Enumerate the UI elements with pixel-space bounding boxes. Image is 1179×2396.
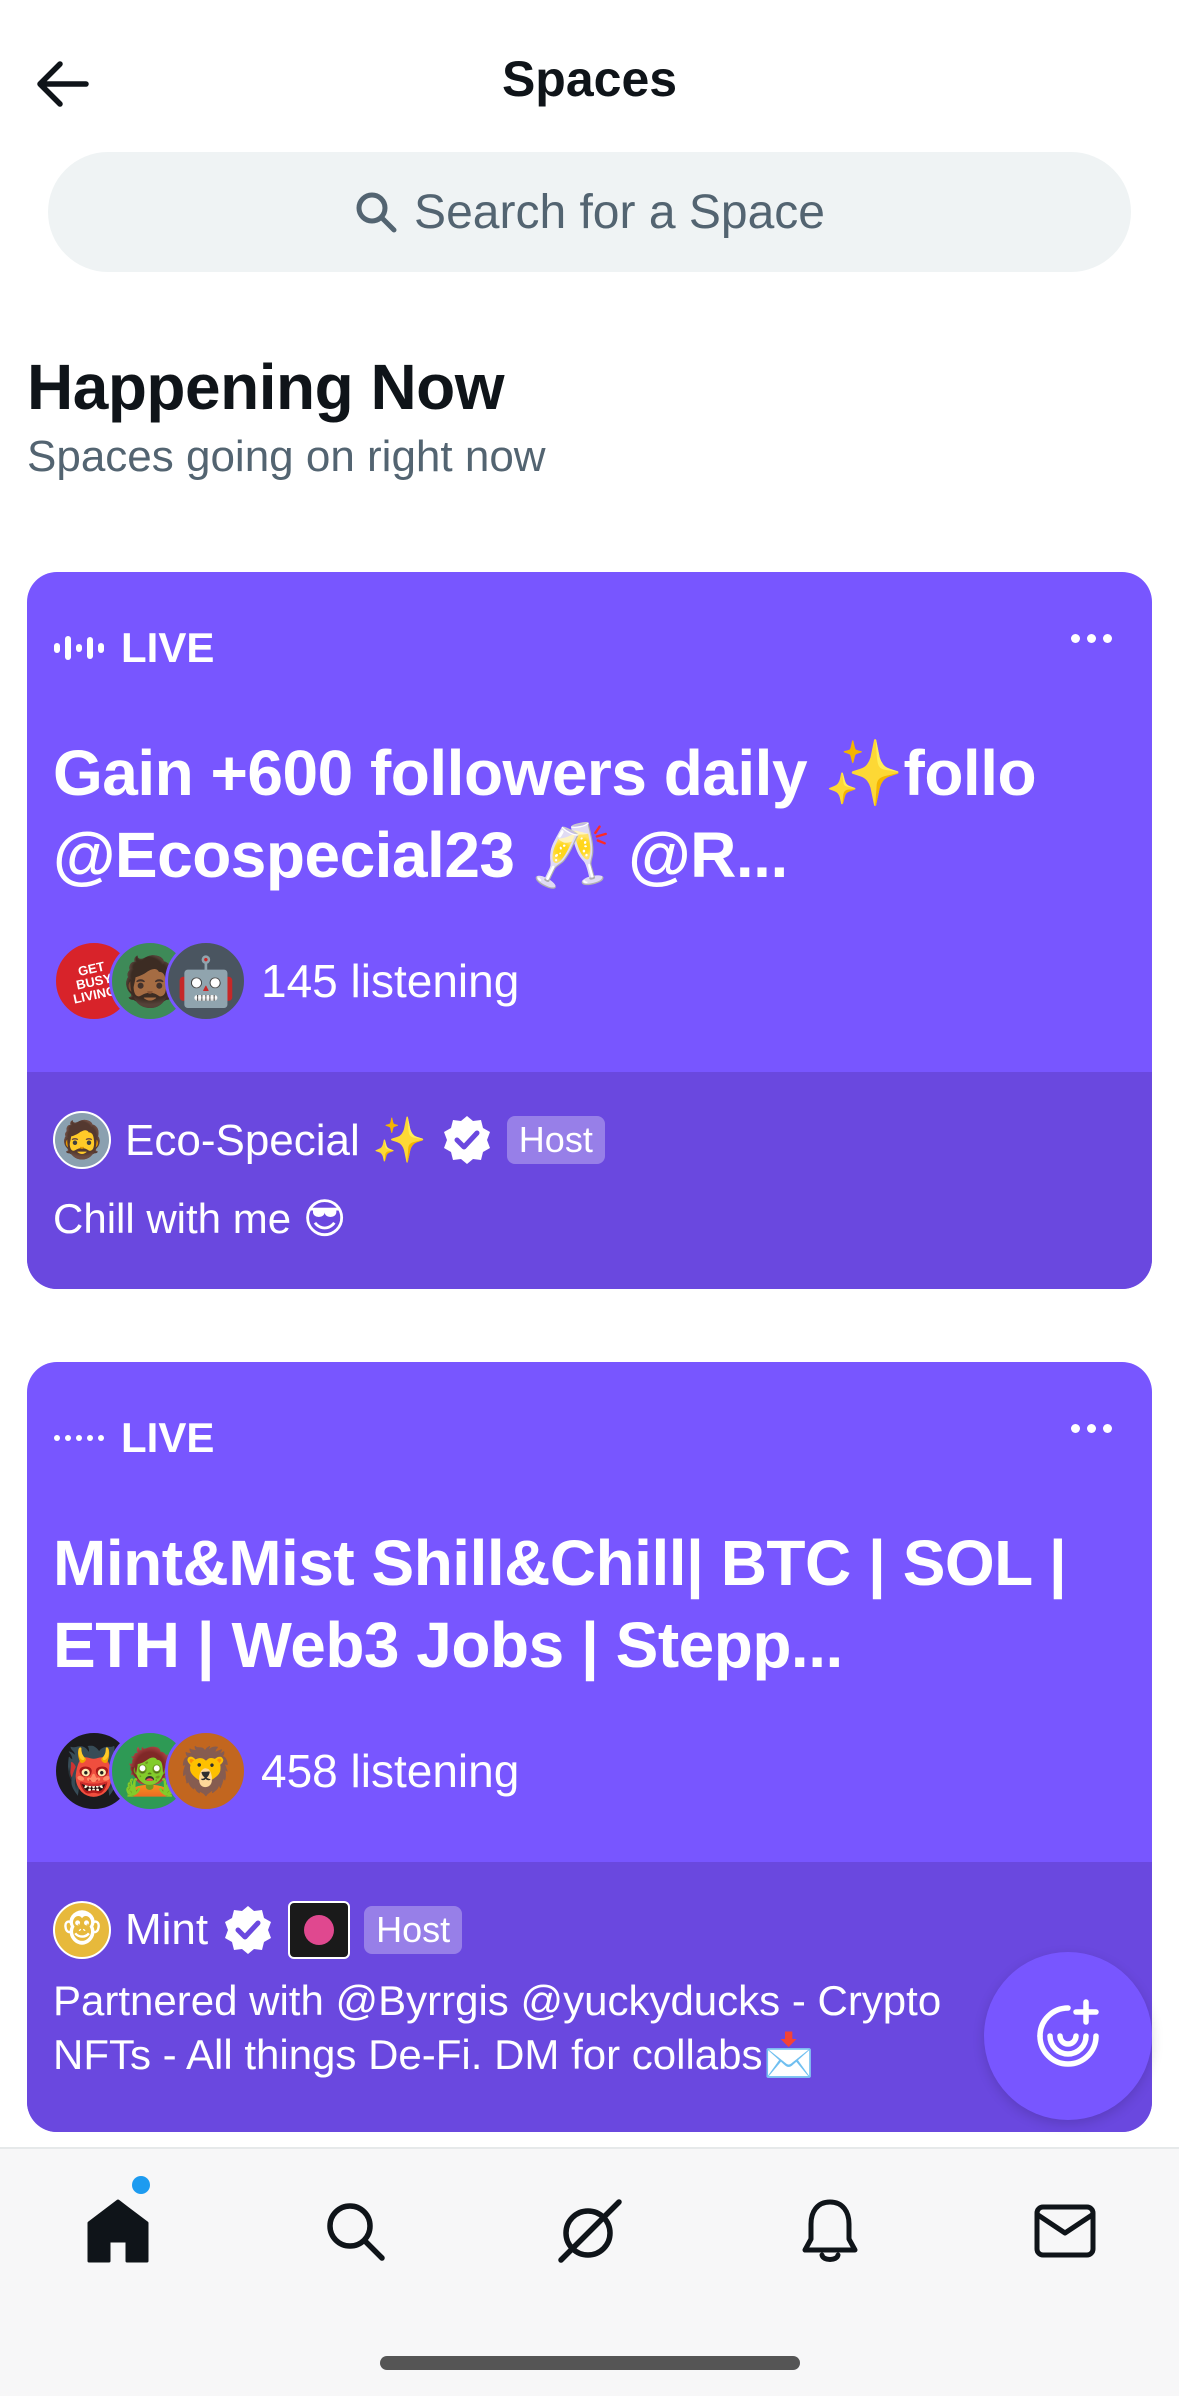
host-section: 🧔 Eco-Special ✨ Host Chill with me 😎 <box>27 1072 1152 1289</box>
more-options-button[interactable] <box>1071 1424 1112 1433</box>
tab-notifications[interactable] <box>780 2181 880 2281</box>
live-indicator: LIVE <box>53 624 214 672</box>
avatar: 🐵 <box>53 1901 111 1959</box>
tab-home[interactable] <box>68 2181 168 2281</box>
listeners-row: GET BUSY LIVING! 🧔🏾 🤖 145 listening <box>53 940 519 1022</box>
listener-count: 145 listening <box>261 955 520 1007</box>
create-space-button[interactable] <box>984 1952 1152 2120</box>
host-role-badge: Host <box>506 1116 605 1164</box>
audio-wave-icon <box>54 1435 104 1441</box>
audio-wave-icon <box>54 636 104 660</box>
section-title: Happening Now <box>27 351 505 423</box>
host-section: 🐵 Mint Host Partnered with @Byrrgis @yuc… <box>27 1862 1152 2132</box>
live-indicator: LIVE <box>53 1414 214 1462</box>
messages-icon <box>1034 2204 1096 2258</box>
space-description: Chill with me 😎 <box>53 1195 347 1242</box>
listener-count: 458 listening <box>261 1745 520 1797</box>
home-icon <box>87 2199 149 2263</box>
tab-messages[interactable] <box>1015 2181 1115 2281</box>
notification-dot <box>132 2176 150 2194</box>
host-role-badge: Host <box>364 1906 463 1954</box>
search-input[interactable]: Search for a Space <box>48 152 1131 272</box>
notifications-icon <box>802 2199 858 2262</box>
tab-search[interactable] <box>305 2181 405 2281</box>
listener-avatars: GET BUSY LIVING! 🧔🏾 🤖 <box>53 940 247 1022</box>
listener-avatars: 👹 🧟 🦁 <box>53 1730 247 1812</box>
live-label: LIVE <box>121 624 215 671</box>
avatar: 🧔 <box>53 1111 111 1169</box>
search-icon <box>356 192 397 233</box>
space-card[interactable]: LIVE Mint&Mist Shill&Chill| BTC | SOL | … <box>27 1362 1152 2132</box>
space-card[interactable]: LIVE Gain +600 followers daily ✨follo @E… <box>27 572 1152 1289</box>
live-label: LIVE <box>121 1414 215 1461</box>
affiliate-badge <box>288 1901 351 1959</box>
page-title: Spaces <box>501 51 678 107</box>
search-placeholder: Search for a Space <box>414 185 825 239</box>
top-bar: Spaces <box>0 0 1179 150</box>
space-title: Gain +600 followers daily ✨follo @Ecospe… <box>53 737 1037 891</box>
space-title: Mint&Mist Shill&Chill| BTC | SOL | ETH |… <box>53 1527 1067 1681</box>
more-options-button[interactable] <box>1071 634 1112 643</box>
home-indicator[interactable] <box>380 2356 800 2370</box>
avatar: 🦁 <box>165 1730 247 1812</box>
section-subtitle: Spaces going on right now <box>27 432 546 481</box>
avatar: 🤖 <box>165 940 247 1022</box>
search-icon <box>327 2203 385 2261</box>
tab-grok[interactable] <box>540 2181 640 2281</box>
grok-icon <box>558 2199 622 2263</box>
listeners-row: 👹 🧟 🦁 458 listening <box>53 1730 519 1812</box>
space-description: Partnered with @Byrrgis @yuckyducks - Cr… <box>53 1977 942 2078</box>
host-name: Mint <box>125 1905 209 1954</box>
verified-badge-icon <box>225 1906 272 1954</box>
create-space-icon <box>1037 1999 1099 2067</box>
host-name: Eco-Special ✨ <box>125 1116 427 1165</box>
verified-badge-icon <box>443 1116 490 1164</box>
